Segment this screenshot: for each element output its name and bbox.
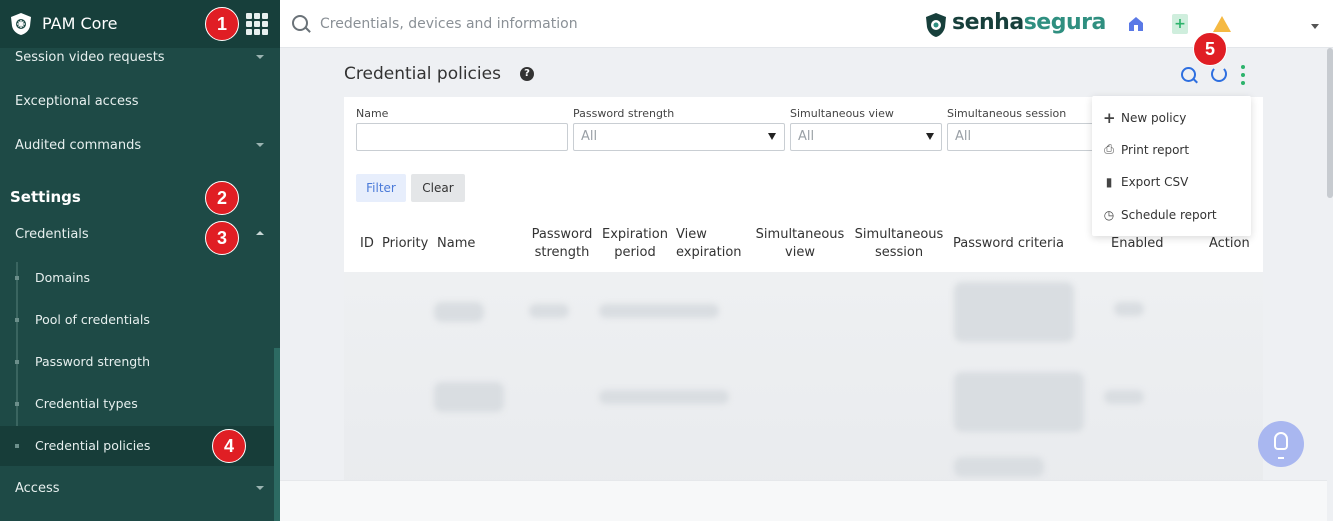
senhasegura-shield-icon	[926, 13, 946, 37]
filter-button[interactable]: Filter	[356, 174, 406, 202]
column-header-view-expiration[interactable]: View expiration	[672, 226, 752, 262]
callout-marker-5: 5	[1193, 32, 1227, 66]
password-strength-select[interactable]: All	[573, 123, 785, 151]
table-row	[599, 304, 719, 318]
global-search-input[interactable]	[320, 14, 720, 34]
callout-marker-4: 4	[212, 429, 246, 463]
column-header-priority[interactable]: Priority	[382, 235, 428, 253]
column-header-name[interactable]: Name	[437, 235, 475, 253]
sidebar-item-credential-types[interactable]: Credential types	[35, 396, 138, 411]
warning-icon[interactable]	[1213, 16, 1231, 32]
column-header-simultaneous-view[interactable]: Simultaneous view	[752, 226, 848, 262]
sidebar-item-password-strength[interactable]: Password strength	[35, 354, 150, 369]
column-header-id[interactable]: ID	[360, 235, 374, 253]
chevron-up-icon[interactable]	[256, 231, 264, 235]
column-header-simultaneous-session[interactable]: Simultaneous session	[851, 226, 947, 262]
menu-item-schedule-report[interactable]: ◷ Schedule report	[1103, 208, 1217, 222]
help-icon[interactable]: ?	[520, 67, 534, 81]
filter-label-password-strength: Password strength	[573, 107, 675, 120]
column-header-expiration-period[interactable]: Expiration period	[601, 226, 669, 262]
shield-logo-icon	[11, 13, 31, 35]
menu-item-label: Export CSV	[1121, 175, 1189, 189]
menu-item-label: Schedule report	[1121, 208, 1217, 222]
senhasegura-logo: senhasegura	[952, 10, 1106, 35]
sidebar-item-domains[interactable]: Domains	[35, 270, 90, 285]
sidebar-item-credentials[interactable]: Credentials	[15, 227, 89, 242]
simultaneous-view-select[interactable]: All	[790, 123, 942, 151]
actions-menu: + New policy ⎙ Print report ▮ Export CSV…	[1092, 96, 1251, 236]
sidebar-item-audited-commands[interactable]: Audited commands	[15, 138, 141, 153]
name-filter-input[interactable]	[356, 123, 568, 151]
printer-icon: ⎙	[1104, 142, 1114, 156]
table-row	[954, 372, 1084, 432]
menu-item-label: New policy	[1121, 111, 1187, 125]
bullet-icon	[15, 402, 19, 406]
bullet-icon	[15, 360, 19, 364]
column-header-action: Action	[1209, 236, 1250, 251]
menu-item-label: Print report	[1121, 142, 1190, 157]
search-icon[interactable]	[1181, 67, 1196, 82]
dropdown-arrow-icon[interactable]	[768, 133, 776, 140]
table-row	[434, 302, 484, 322]
menu-item-print-report[interactable]: ⎙ Print report	[1103, 142, 1189, 157]
chevron-down-icon[interactable]	[256, 55, 264, 59]
table-row	[529, 304, 569, 318]
menu-item-new-policy[interactable]: + New policy	[1103, 109, 1186, 127]
table-row	[1114, 302, 1144, 316]
column-header-enabled[interactable]: Enabled	[1111, 235, 1164, 253]
table-row	[599, 390, 729, 404]
callout-marker-3: 3	[205, 221, 239, 255]
refresh-icon[interactable]	[1211, 66, 1227, 82]
column-header-password-criteria[interactable]: Password criteria	[953, 235, 1064, 253]
table-row	[434, 382, 504, 412]
filter-label-simultaneous-session: Simultaneous session	[947, 107, 1067, 120]
bullet-icon	[15, 276, 19, 280]
sidebar-item-access[interactable]: Access	[15, 481, 60, 496]
callout-marker-2: 2	[205, 181, 239, 215]
clock-icon: ◷	[1103, 208, 1115, 222]
filter-label-name: Name	[356, 107, 389, 120]
bullet-icon	[15, 444, 19, 448]
footer-bar	[280, 480, 1327, 521]
table-row	[954, 457, 1044, 477]
file-icon: ▮	[1105, 175, 1113, 189]
logo-part2: segura	[1023, 10, 1107, 35]
search-icon	[292, 15, 308, 31]
select-value: All	[798, 129, 815, 144]
chevron-down-icon[interactable]	[256, 143, 264, 147]
sidebar-item-session-video-requests[interactable]: Session video requests	[15, 50, 165, 65]
apps-grid-icon[interactable]	[246, 13, 268, 35]
lightbulb-icon	[1274, 432, 1288, 459]
callout-marker-1: 1	[205, 7, 239, 41]
dropdown-arrow-icon[interactable]	[926, 133, 934, 140]
app-title: PAM Core	[42, 14, 118, 33]
section-title-settings: Settings	[10, 188, 81, 206]
more-options-icon[interactable]	[1241, 65, 1245, 85]
clear-button[interactable]: Clear	[411, 174, 465, 202]
logo-part1: senha	[952, 10, 1024, 35]
user-menu-caret-icon[interactable]	[1311, 24, 1319, 29]
new-document-icon[interactable]: +	[1172, 14, 1188, 34]
page-title: Credential policies	[344, 64, 501, 84]
select-value: All	[955, 129, 972, 144]
bullet-icon	[15, 318, 19, 322]
select-value: All	[581, 129, 598, 144]
table-row	[954, 282, 1074, 342]
table-row	[1104, 390, 1144, 404]
home-icon[interactable]	[1127, 15, 1145, 33]
sidebar-item-credential-policies[interactable]: Credential policies	[35, 438, 150, 453]
sidebar-item-exceptional-access[interactable]: Exceptional access	[15, 94, 139, 109]
table-body-blurred	[344, 272, 1263, 497]
sidebar-item-pool-of-credentials[interactable]: Pool of credentials	[35, 312, 150, 327]
column-header-password-strength[interactable]: Password strength	[528, 226, 596, 262]
filter-label-simultaneous-view: Simultaneous view	[790, 107, 894, 120]
menu-item-export-csv[interactable]: ▮ Export CSV	[1103, 175, 1189, 189]
simultaneous-session-select[interactable]: All	[947, 123, 1095, 151]
page-scrollbar[interactable]	[1327, 48, 1333, 198]
plus-icon: +	[1103, 109, 1116, 127]
chevron-down-icon[interactable]	[256, 486, 264, 490]
lightbulb-help-button[interactable]	[1258, 421, 1304, 467]
